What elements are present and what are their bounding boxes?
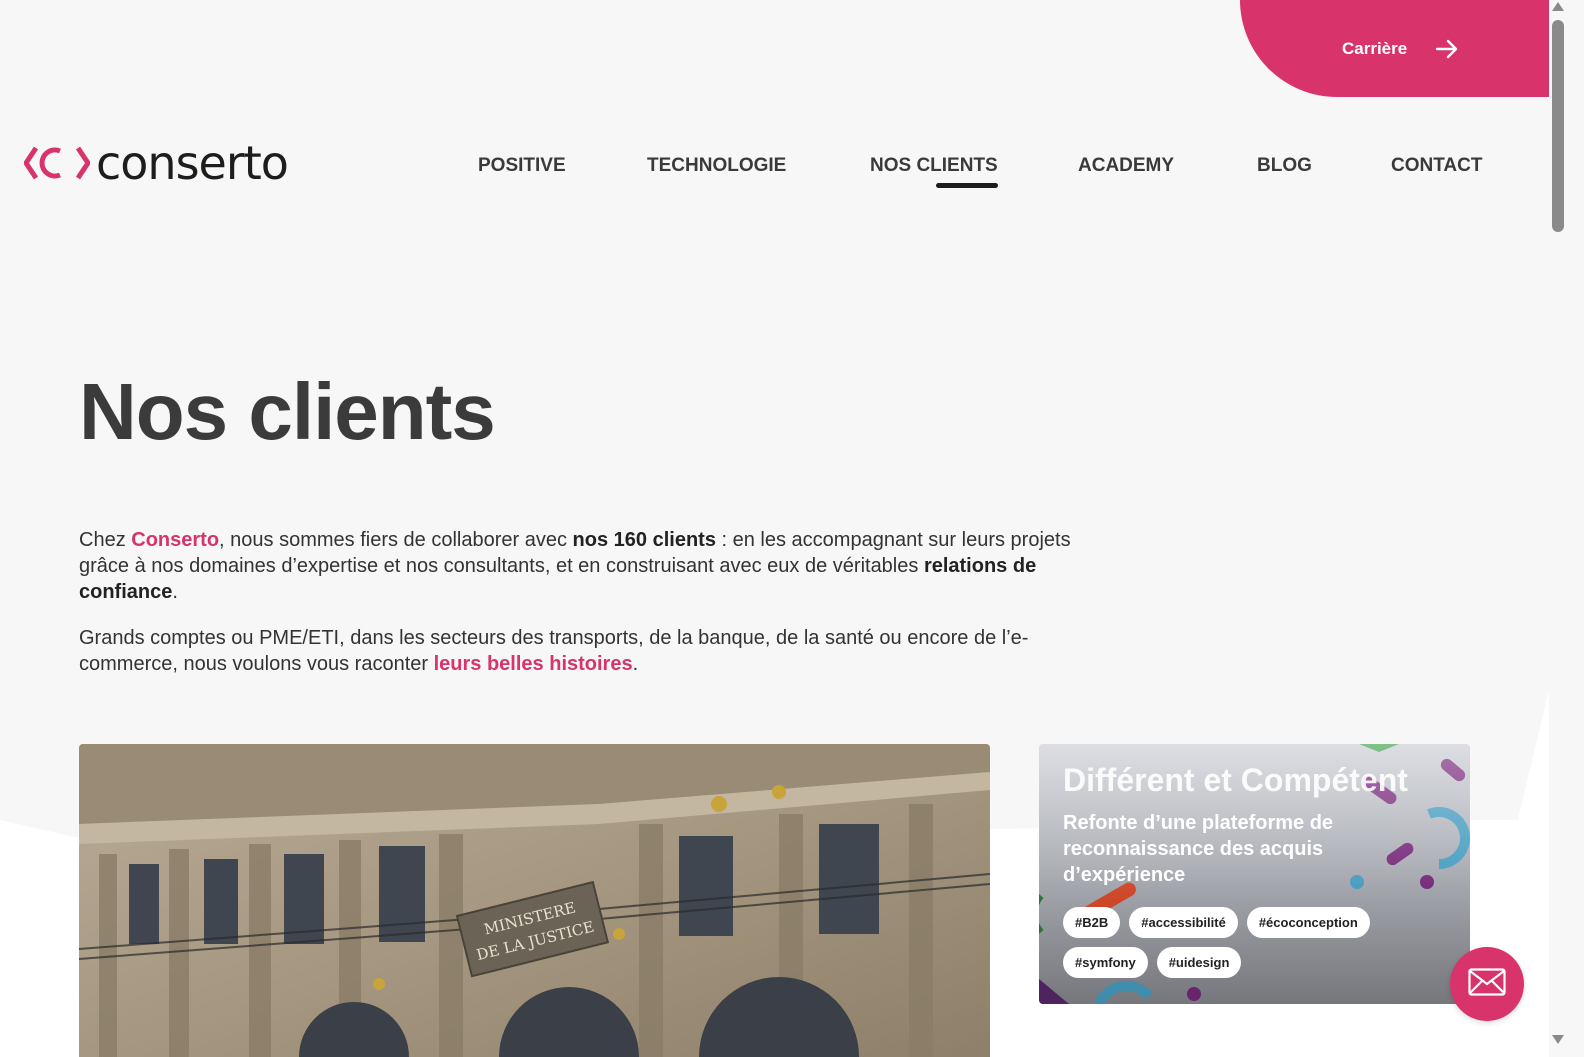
main-nav: POSITIVE TECHNOLOGIE NOS CLIENTS ACADEMY… (0, 155, 1549, 195)
case-study-card[interactable]: Différent et Compétent Refonte d’une pla… (1039, 744, 1470, 1004)
scroll-down-arrow[interactable] (1552, 1035, 1564, 1044)
intro-paragraph-2: Grands comptes ou PME/ETI, dans les sect… (79, 625, 1124, 677)
card-title: Refonte d’une plateforme de reconnaissan… (1063, 812, 1334, 886)
brand-link[interactable]: Conserto (131, 529, 219, 551)
tag-uidesign[interactable]: #uidesign (1156, 947, 1242, 978)
mail-icon (1468, 967, 1506, 1001)
stories-link[interactable]: leurs belles histoires (434, 653, 633, 675)
clients-count: nos 160 clients (572, 529, 716, 551)
scrollbar-thumb[interactable] (1552, 20, 1564, 232)
arrow-right-icon (1435, 39, 1459, 59)
tag-accessibilite[interactable]: #accessibilité (1129, 907, 1238, 938)
intro-text-segment: . (172, 581, 178, 603)
page-title: Nos clients (79, 367, 496, 456)
scroll-up-arrow[interactable] (1552, 2, 1564, 11)
intro-text-segment: , nous sommes fiers de collaborer avec (219, 529, 573, 551)
nav-item-contact[interactable]: CONTACT (1391, 155, 1482, 177)
tag-list: #B2B #accessibilité #écoconception #symf… (1063, 907, 1423, 978)
contact-fab-button[interactable] (1450, 947, 1524, 1021)
career-label: Carrière (1342, 38, 1408, 58)
nav-item-positive[interactable]: POSITIVE (478, 155, 566, 177)
tag-ecoconception[interactable]: #écoconception (1246, 907, 1370, 938)
intro-text-segment: . (632, 653, 639, 675)
intro-text: Chez Conserto, nous sommes fiers de coll… (79, 527, 1124, 697)
card-client-name: Différent et Compétent (1063, 762, 1408, 798)
nav-item-nos-clients[interactable]: NOS CLIENTS (870, 155, 998, 188)
client-photo-card[interactable]: MINISTERE DE LA JUSTICE (79, 744, 990, 1057)
tag-symfony[interactable]: #symfony (1063, 947, 1148, 978)
career-button[interactable]: Carrière (1240, 0, 1549, 97)
nav-item-academy[interactable]: ACADEMY (1078, 155, 1174, 177)
tag-b2b[interactable]: #B2B (1063, 907, 1121, 938)
nav-item-technologie[interactable]: TECHNOLOGIE (647, 155, 786, 177)
ministry-building-image: MINISTERE DE LA JUSTICE (79, 744, 990, 1057)
intro-paragraph-1: Chez Conserto, nous sommes fiers de coll… (79, 527, 1124, 605)
nav-item-blog[interactable]: BLOG (1257, 155, 1312, 177)
intro-text-segment: Chez (79, 529, 132, 551)
